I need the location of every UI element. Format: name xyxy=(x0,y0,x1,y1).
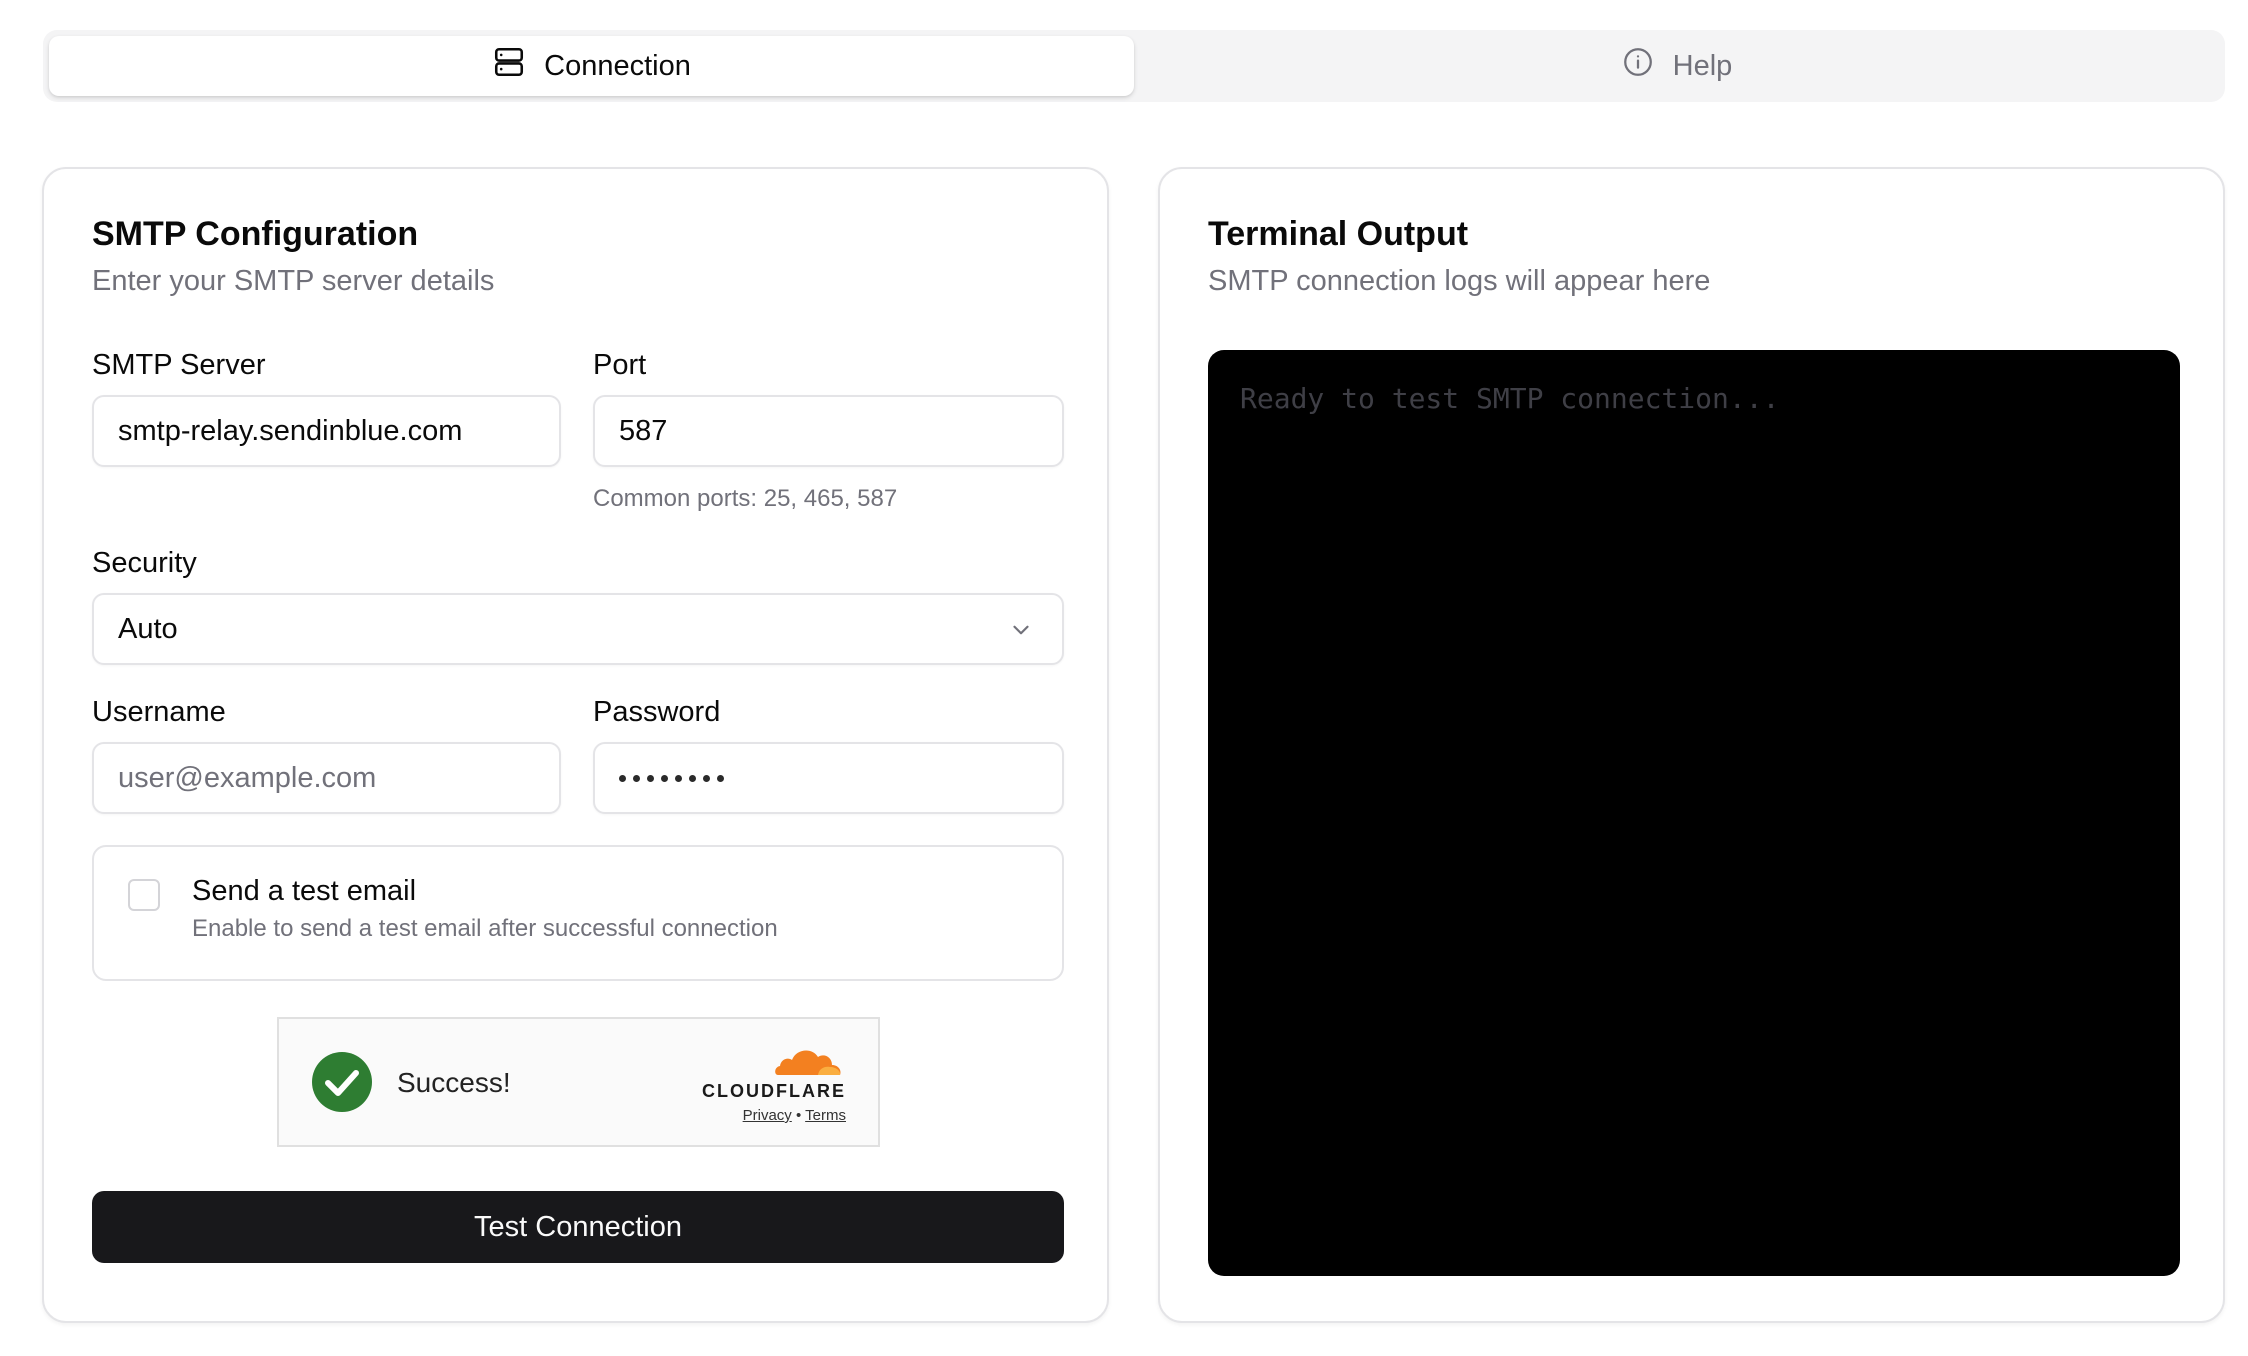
config-description: Enter your SMTP server details xyxy=(92,265,495,297)
cloudflare-brand: CLOUDFLARE xyxy=(702,1081,846,1101)
captcha-links: Privacy • Terms xyxy=(696,1107,846,1124)
server-label: SMTP Server xyxy=(92,349,266,381)
tab-connection[interactable]: Connection xyxy=(49,36,1134,96)
links-separator: • xyxy=(795,1107,802,1124)
security-value: Auto xyxy=(118,612,178,645)
server-icon xyxy=(492,45,526,87)
terminal-card: Terminal Output SMTP connection logs wil… xyxy=(1158,167,2225,1323)
info-icon xyxy=(1621,45,1655,87)
terminal-description: SMTP connection logs will appear here xyxy=(1208,265,1711,297)
test-email-description: Enable to send a test email after succes… xyxy=(192,915,778,942)
password-mask xyxy=(619,774,724,782)
tab-connection-label: Connection xyxy=(544,49,691,82)
tab-list: Connection Help xyxy=(43,30,2225,102)
password-input[interactable] xyxy=(593,742,1064,814)
password-label: Password xyxy=(593,696,721,728)
username-placeholder: user@example.com xyxy=(118,761,377,794)
test-connection-button[interactable]: Test Connection xyxy=(92,1191,1064,1263)
terms-link[interactable]: Terms xyxy=(805,1107,846,1124)
security-label: Security xyxy=(92,547,197,579)
server-value: smtp-relay.sendinblue.com xyxy=(118,414,463,447)
security-select[interactable]: Auto xyxy=(92,593,1064,665)
username-label: Username xyxy=(92,696,226,728)
tab-help[interactable]: Help xyxy=(1134,36,2219,96)
test-email-checkbox[interactable] xyxy=(128,879,160,911)
smtp-config-card: SMTP Configuration Enter your SMTP serve… xyxy=(42,167,1109,1323)
username-input[interactable]: user@example.com xyxy=(92,742,561,814)
cloud-icon xyxy=(772,1041,844,1077)
tab-help-label: Help xyxy=(1672,49,1733,82)
captcha-widget: Success! CLOUDFLARE Privacy • Terms xyxy=(277,1017,880,1147)
test-email-title: Send a test email xyxy=(192,875,417,907)
test-email-option: Send a test email Enable to send a test … xyxy=(92,845,1064,981)
smtp-tester-page: Connection Help SMTP Configuration Enter… xyxy=(0,0,2248,1356)
captcha-status: Success! xyxy=(397,1067,511,1098)
server-input[interactable]: smtp-relay.sendinblue.com xyxy=(92,395,561,467)
cloudflare-logo: CLOUDFLARE Privacy • Terms xyxy=(696,1041,846,1125)
chevron-down-icon xyxy=(1008,617,1034,643)
success-check-icon xyxy=(311,1051,373,1113)
port-input[interactable]: 587 xyxy=(593,395,1064,467)
port-hint: Common ports: 25, 465, 587 xyxy=(593,485,898,512)
terminal-placeholder: Ready to test SMTP connection... xyxy=(1240,382,1780,415)
privacy-link[interactable]: Privacy xyxy=(743,1107,792,1124)
terminal-output[interactable]: Ready to test SMTP connection... xyxy=(1208,350,2180,1276)
port-label: Port xyxy=(593,349,647,381)
config-title: SMTP Configuration xyxy=(92,215,419,253)
terminal-title: Terminal Output xyxy=(1208,215,1469,253)
port-value: 587 xyxy=(619,414,668,447)
